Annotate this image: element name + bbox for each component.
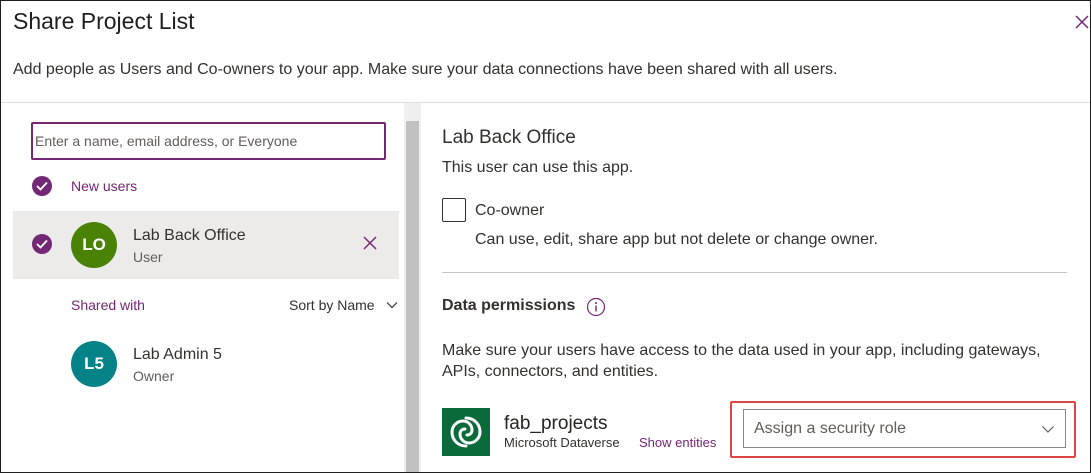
- shared-user-role: Owner: [133, 368, 175, 384]
- co-owner-description: Can use, edit, share app but not delete …: [475, 231, 878, 248]
- new-users-label: New users: [71, 178, 138, 194]
- user-heading: Lab Back Office: [442, 127, 576, 148]
- selected-user-role: User: [133, 249, 163, 265]
- sort-by-name-button[interactable]: Sort by Name: [289, 297, 375, 313]
- user-description: This user can use this app.: [442, 159, 634, 176]
- selected-user-check-icon[interactable]: [32, 234, 52, 254]
- new-users-check-icon[interactable]: [32, 176, 52, 196]
- dataverse-icon: [442, 408, 490, 456]
- shared-user-name: Lab Admin 5: [133, 346, 222, 363]
- dialog-title: Share Project List: [13, 8, 195, 34]
- selected-user-name: Lab Back Office: [133, 227, 246, 244]
- co-owner-label[interactable]: Co-owner: [475, 202, 544, 220]
- chevron-down-icon: [1042, 426, 1054, 433]
- remove-user-icon[interactable]: [362, 235, 378, 251]
- data-permissions-description: Make sure your users have access to the …: [442, 342, 1041, 380]
- header-divider: [1, 102, 1090, 103]
- scrollbar-thumb[interactable]: [406, 121, 419, 472]
- data-permissions-heading: Data permissions: [442, 297, 576, 314]
- info-icon[interactable]: [586, 297, 606, 317]
- security-role-placeholder: Assign a security role: [754, 420, 907, 437]
- security-role-dropdown[interactable]: Assign a security role: [743, 409, 1066, 448]
- dialog-subtitle: Add people as Users and Co-owners to you…: [13, 61, 838, 78]
- data-source-type: Microsoft Dataverse: [504, 435, 620, 450]
- avatar: LO: [71, 222, 117, 268]
- section-divider: [442, 272, 1067, 273]
- shared-with-label: Shared with: [71, 297, 145, 313]
- people-search-input[interactable]: [33, 124, 384, 158]
- avatar: L5: [71, 341, 117, 387]
- chevron-down-icon[interactable]: [385, 298, 399, 312]
- show-entities-link[interactable]: Show entities: [639, 435, 716, 450]
- people-search-box[interactable]: [31, 122, 386, 160]
- co-owner-checkbox[interactable]: [442, 198, 466, 222]
- share-dialog: Share Project List Add people as Users a…: [0, 0, 1091, 473]
- close-icon[interactable]: [1073, 13, 1091, 31]
- data-source-name: fab_projects: [504, 413, 608, 434]
